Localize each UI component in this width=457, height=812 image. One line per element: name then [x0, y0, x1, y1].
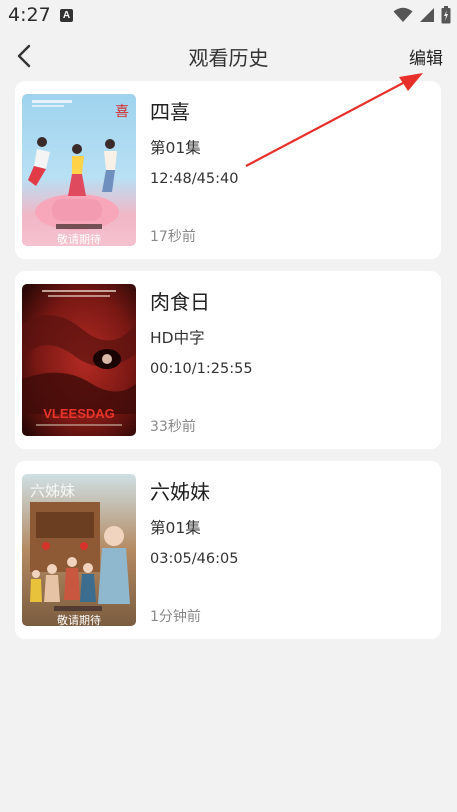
history-episode: 第01集 — [150, 139, 201, 157]
history-list: 喜 敬请期待 四喜 第01集 12:48/45:40 17秒前 VLEESDAG… — [15, 81, 441, 651]
edit-button[interactable]: 编辑 — [409, 44, 443, 69]
history-progress: 03:05/46:05 — [150, 551, 239, 567]
wifi-icon — [393, 7, 413, 27]
poster-caption: 敬请期待 — [57, 613, 101, 626]
history-item[interactable]: 六姊妹 敬请期待 六姊妹 第01集 03:05/46:05 1分钟前 — [15, 461, 441, 639]
poster-image: 喜 敬请期待 — [22, 94, 136, 246]
history-title: 四喜 — [150, 100, 190, 124]
status-time: 4:27 — [8, 4, 51, 26]
history-progress: 12:48/45:40 — [150, 171, 239, 187]
history-item[interactable]: VLEESDAG 肉食日 HD中字 00:10/1:25:55 33秒前 — [15, 271, 441, 449]
history-item[interactable]: 喜 敬请期待 四喜 第01集 12:48/45:40 17秒前 — [15, 81, 441, 259]
history-time-ago: 17秒前 — [150, 229, 196, 245]
poster-caption: VLEESDAG — [43, 406, 115, 421]
history-episode: 第01集 — [150, 519, 201, 537]
history-title: 六姊妹 — [150, 480, 210, 504]
status-icons — [393, 6, 451, 28]
header: 观看历史 编辑 — [0, 34, 457, 78]
poster-image: 六姊妹 敬请期待 — [22, 474, 136, 626]
notification-app-icon: A — [60, 9, 73, 22]
history-info: 六姊妹 第01集 03:05/46:05 1分钟前 — [150, 461, 431, 639]
screen: 4:27 A 观看历史 编辑 喜 敬请期待 四喜 第01集 12:48/45:4… — [0, 0, 457, 812]
history-title: 肉食日 — [150, 290, 210, 314]
battery-icon — [441, 6, 451, 28]
signal-icon — [419, 7, 435, 27]
history-episode: HD中字 — [150, 329, 205, 347]
poster-image: VLEESDAG — [22, 284, 136, 436]
history-info: 四喜 第01集 12:48/45:40 17秒前 — [150, 81, 431, 259]
svg-text:喜: 喜 — [115, 104, 129, 120]
page-title: 观看历史 — [188, 46, 269, 70]
history-time-ago: 33秒前 — [150, 419, 196, 435]
poster-title: 六姊妹 — [30, 482, 75, 500]
status-bar: 4:27 A — [0, 0, 457, 34]
history-info: 肉食日 HD中字 00:10/1:25:55 33秒前 — [150, 271, 431, 449]
history-progress: 00:10/1:25:55 — [150, 361, 253, 377]
poster-caption: 敬请期待 — [57, 232, 101, 246]
history-time-ago: 1分钟前 — [150, 609, 201, 625]
